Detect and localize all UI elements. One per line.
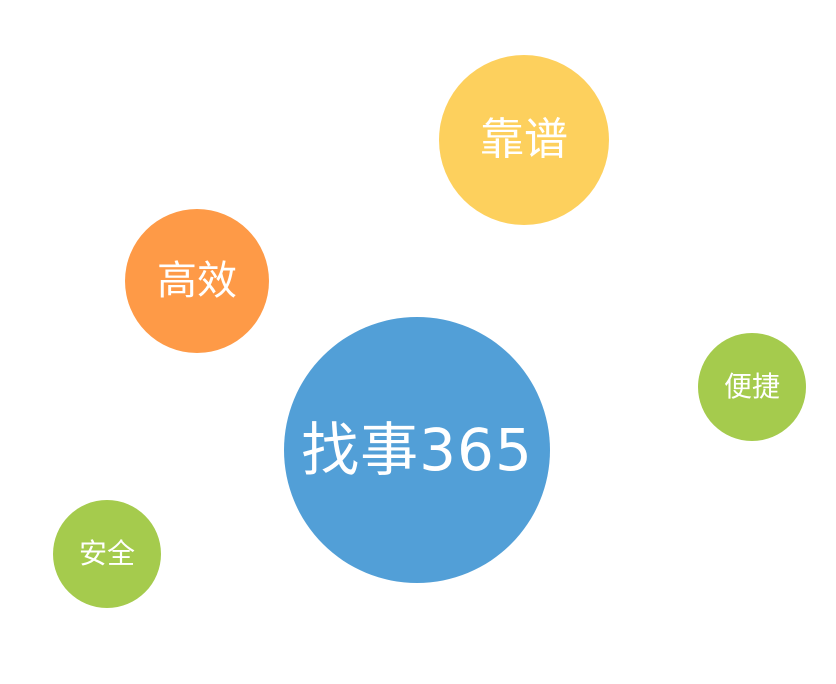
bubble-center-label: 找事365 [301, 416, 533, 484]
bubble-center: 找事365 [284, 317, 550, 583]
bubble-reliable-label: 靠谱 [480, 114, 568, 165]
bubble-safe-label: 安全 [78, 537, 135, 570]
bubble-convenient-label: 便捷 [723, 370, 780, 403]
bubble-efficient-label: 高效 [157, 258, 237, 304]
bubble-safe: 安全 [53, 500, 161, 608]
bubble-convenient: 便捷 [698, 333, 806, 441]
bubble-efficient: 高效 [125, 209, 269, 353]
bubble-reliable: 靠谱 [439, 55, 609, 225]
